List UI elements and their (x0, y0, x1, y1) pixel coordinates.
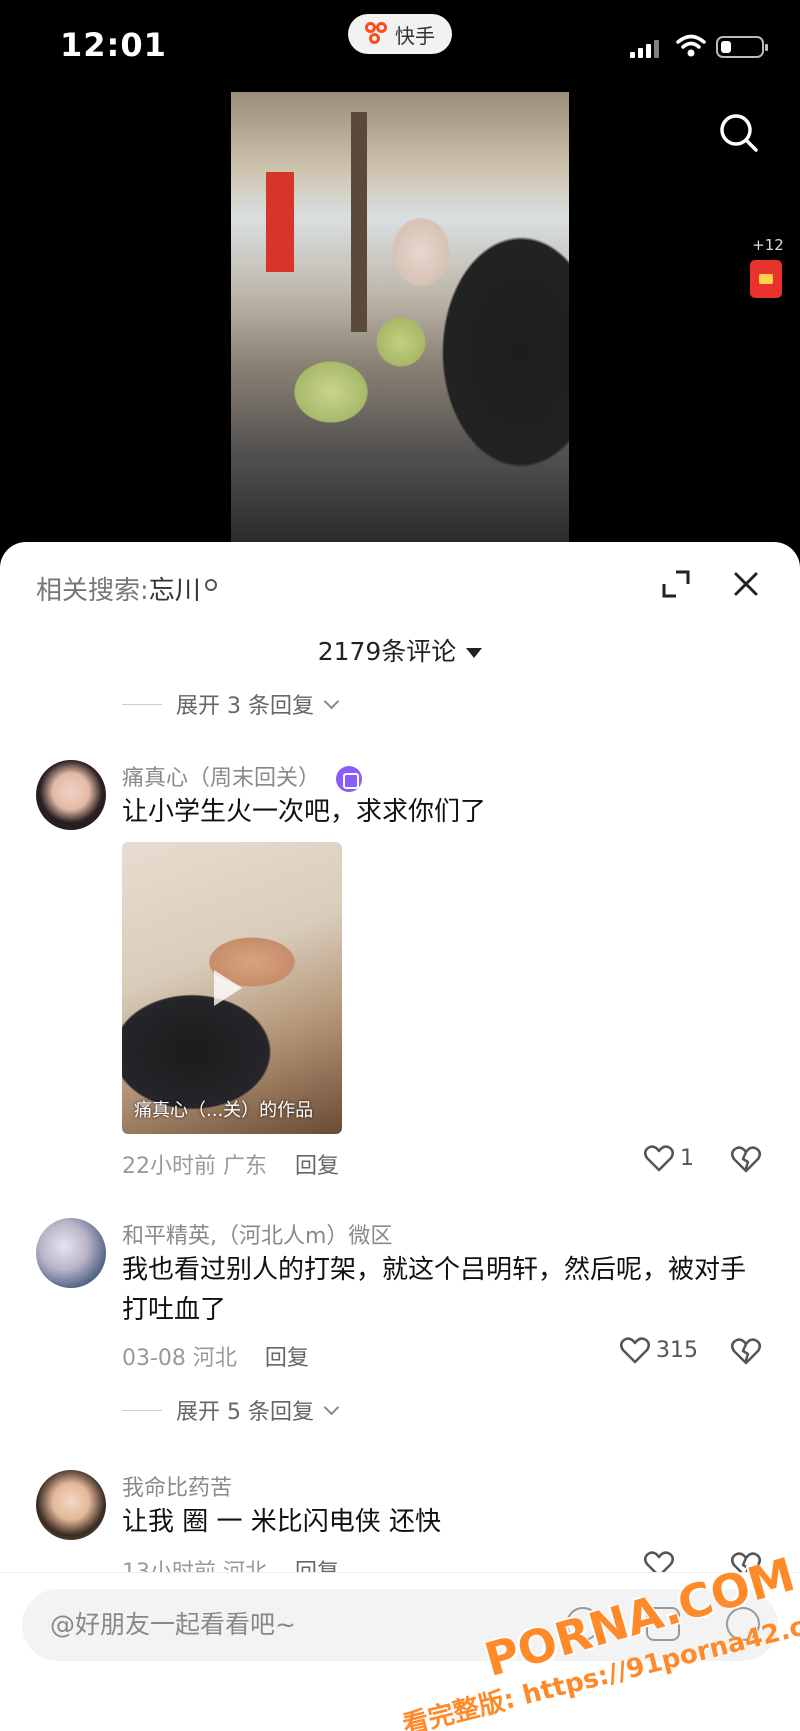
status-time: 12:01 (60, 26, 167, 64)
related-search-label: 相关搜索: (36, 576, 149, 606)
broken-heart-icon[interactable] (730, 1144, 762, 1174)
chevron-down-icon (323, 1399, 340, 1415)
video-scene-tree (351, 112, 367, 332)
reply-button[interactable]: 回复 (265, 1346, 309, 1371)
video-scene-banner (266, 172, 294, 272)
battery-level (721, 41, 731, 53)
search-icon[interactable] (718, 112, 760, 154)
comment-author-name[interactable]: 我命比药苦 (122, 1470, 232, 1502)
close-icon[interactable] (732, 570, 760, 598)
comment-time-location: 22小时前 广东 (122, 1154, 267, 1179)
comment-meta: 22小时前 广东 回复 (122, 1148, 339, 1180)
comment-meta: 03-08 河北 回复 (122, 1340, 309, 1372)
like-count: 315 (656, 1337, 698, 1363)
comment-count-sort[interactable]: 2179条评论 (0, 632, 800, 668)
red-packet-reward[interactable]: +12 (750, 236, 786, 298)
comment-video-thumbnail[interactable]: 痛真心（...关）的作品 (122, 842, 342, 1134)
red-packet-icon (750, 260, 782, 298)
cellular-signal-icon (630, 40, 659, 58)
comments-panel: 相关搜索:忘川 2179条评论 展开 3 条回复 痛真心（周末回关） 让小学生火… (0, 542, 800, 1731)
expand-replies-label: 展开 5 条回复 (176, 1400, 314, 1425)
fullscreen-expand-icon[interactable] (662, 570, 690, 598)
divider-line (122, 1409, 162, 1411)
reply-button[interactable]: 回复 (295, 1154, 339, 1179)
expand-replies-label: 展开 3 条回复 (176, 694, 314, 719)
small-search-icon (204, 579, 217, 591)
wifi-icon (676, 34, 706, 57)
app-name: 快手 (395, 23, 435, 48)
avatar[interactable] (36, 760, 106, 830)
status-bar: 12:01 快手 (0, 0, 800, 92)
comment-author-name[interactable]: 痛真心（周末回关） (122, 766, 320, 791)
play-icon (214, 970, 242, 1006)
like-button[interactable]: 1 (644, 1144, 694, 1172)
comment-author-name[interactable]: 和平精英,（河北人m）微区 (122, 1218, 392, 1250)
heart-icon (644, 1145, 674, 1172)
battery-icon (716, 36, 768, 58)
expand-replies-top[interactable]: 展开 3 条回复 (122, 688, 340, 720)
avatar[interactable] (36, 1218, 106, 1288)
reward-count: +12 (752, 236, 784, 254)
avatar[interactable] (36, 1470, 106, 1540)
dropdown-triangle-icon (466, 648, 483, 658)
comment-text: 让我 圈 一 米比闪电侠 还快 (122, 1507, 442, 1537)
app-return-pill[interactable]: 快手 (348, 14, 452, 54)
comment-author[interactable]: 痛真心（周末回关） (122, 760, 363, 792)
chevron-down-icon (323, 693, 340, 709)
broken-heart-icon[interactable] (730, 1336, 762, 1366)
kuaishou-logo-icon (365, 22, 389, 46)
heart-icon (620, 1337, 650, 1364)
related-search[interactable]: 相关搜索:忘川 (36, 570, 217, 607)
comment-text: 让小学生火一次吧，求求你们了 (122, 797, 487, 827)
comment-count: 2179条评论 (317, 637, 457, 666)
related-search-keyword[interactable]: 忘川 (149, 576, 201, 606)
comment-text: 我也看过别人的打架，就这个吕明轩，然后呢，被对手打吐血了 (122, 1255, 747, 1325)
like-count: 1 (680, 1145, 694, 1171)
user-badge-icon (336, 766, 363, 792)
like-button[interactable]: 315 (620, 1336, 698, 1364)
divider-line (122, 703, 162, 705)
expand-replies[interactable]: 展开 5 条回复 (122, 1394, 340, 1426)
video-player[interactable] (231, 92, 569, 542)
thumbnail-caption: 痛真心（...关）的作品 (134, 1100, 314, 1121)
comment-time-location: 03-08 河北 (122, 1346, 237, 1371)
